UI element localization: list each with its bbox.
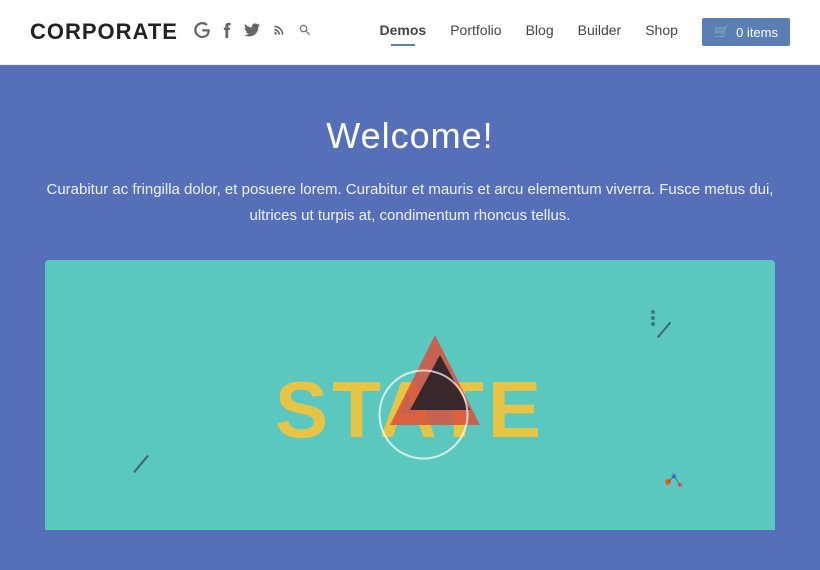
nav-item-shop[interactable]: Shop [645, 22, 678, 42]
nav-item-demos[interactable]: Demos [380, 22, 427, 42]
hero-subtitle: Curabitur ac fringilla dolor, et posuere… [45, 177, 775, 228]
hero-section: Welcome! Curabitur ac fringilla dolor, e… [0, 65, 820, 570]
nav-item-portfolio[interactable]: Portfolio [450, 22, 501, 42]
twitter-icon[interactable] [244, 23, 260, 41]
cart-icon: 🛒 [714, 24, 730, 40]
social-icons-group [194, 22, 312, 42]
demo-card: STATE [45, 260, 775, 530]
cart-button[interactable]: 🛒 0 items [702, 18, 790, 46]
rss-icon[interactable] [272, 23, 286, 41]
deco-line-top [657, 322, 671, 339]
search-icon[interactable] [298, 23, 312, 41]
scatter-dot-1 [651, 310, 655, 314]
google-plus-icon[interactable] [194, 22, 210, 42]
main-nav: Demos Portfolio Blog Builder Shop 🛒 0 it… [380, 18, 790, 46]
nav-item-blog[interactable]: Blog [526, 22, 554, 42]
arrow-cluster [663, 468, 685, 490]
site-header: CORPORATE [0, 0, 820, 65]
hero-title: Welcome! [30, 115, 790, 157]
header-left: CORPORATE [30, 19, 312, 45]
site-logo[interactable]: CORPORATE [30, 19, 178, 45]
cart-label: 0 items [736, 25, 778, 40]
nav-item-builder[interactable]: Builder [578, 22, 622, 42]
scatter-dot-2 [651, 316, 655, 320]
facebook-icon[interactable] [222, 22, 232, 42]
state-graphic: STATE [270, 350, 550, 470]
top-scatter [651, 310, 655, 326]
deco-line-bottom [133, 455, 149, 473]
scatter-dot-3 [651, 322, 655, 326]
circle-outline [379, 370, 469, 460]
